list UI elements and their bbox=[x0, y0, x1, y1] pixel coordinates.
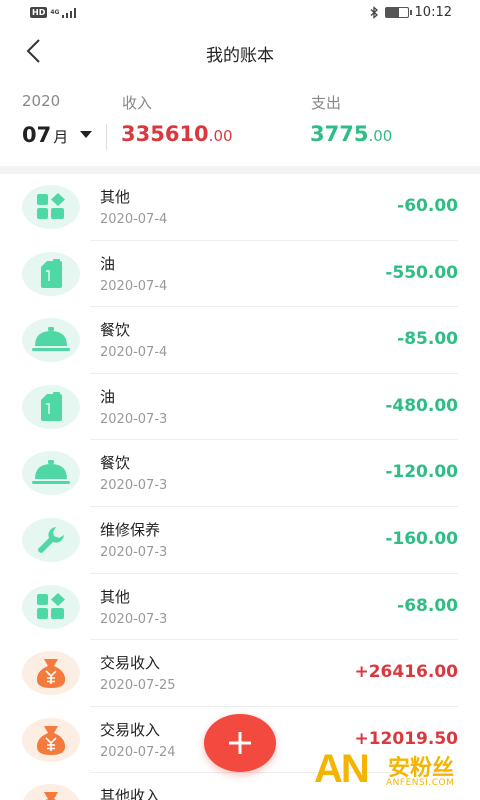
expense-total-int: 3775 bbox=[310, 122, 369, 146]
page-title: 我的账本 bbox=[206, 46, 274, 66]
money-bag-icon bbox=[22, 784, 80, 800]
network-type-label: 4G bbox=[50, 8, 60, 16]
record-amount: -550.00 bbox=[385, 262, 458, 283]
battery-level bbox=[385, 8, 399, 17]
record-amount: -120.00 bbox=[385, 462, 458, 483]
record-amount: -480.00 bbox=[385, 395, 458, 416]
status-time: 10:12 bbox=[414, 5, 452, 20]
year-label: 2020 bbox=[22, 92, 61, 110]
bluetooth-icon bbox=[370, 6, 378, 19]
record-row[interactable]: 餐饮 2020-07-4 -85.00 bbox=[0, 307, 480, 374]
record-title: 其他收入 bbox=[100, 787, 161, 800]
record-row[interactable]: 其他 2020-07-4 -60.00 bbox=[0, 174, 480, 241]
record-date: 2020-07-24 bbox=[100, 744, 176, 760]
grid-icon bbox=[22, 584, 80, 629]
money-bag-icon bbox=[22, 651, 80, 696]
income-total: 335610.00 bbox=[121, 122, 233, 146]
record-amount: -85.00 bbox=[397, 329, 458, 350]
expense-total: 3775.00 bbox=[310, 122, 392, 146]
record-date: 2020-07-4 bbox=[100, 212, 168, 227]
watermark-url: ANFENSI.COM bbox=[386, 778, 455, 788]
fuel-can-icon bbox=[22, 384, 80, 429]
record-title: 交易收入 bbox=[100, 654, 161, 673]
battery-icon bbox=[384, 7, 412, 18]
record-title: 其他 bbox=[100, 587, 131, 606]
food-cloche-icon bbox=[22, 318, 80, 363]
summary-divider bbox=[106, 124, 107, 150]
record-list: 其他 2020-07-4 -60.00 油 2020-07-4 -550.00 餐饮 2020… bbox=[0, 174, 480, 800]
grid-icon bbox=[22, 185, 80, 229]
record-date: 2020-07-3 bbox=[100, 544, 168, 560]
record-date: 2020-07-4 bbox=[100, 278, 168, 294]
month-unit: 月 bbox=[53, 128, 69, 146]
record-title: 维修保养 bbox=[100, 520, 161, 539]
record-amount: -60.00 bbox=[397, 196, 458, 216]
expense-total-dec: .00 bbox=[368, 127, 393, 145]
caret-down-icon bbox=[80, 131, 93, 138]
record-amount: -68.00 bbox=[397, 595, 458, 616]
income-total-int: 335610 bbox=[121, 122, 209, 146]
record-date: 2020-07-3 bbox=[100, 411, 168, 427]
record-row[interactable]: 油 2020-07-3 -480.00 bbox=[0, 374, 480, 441]
status-bar: HD 4G 10:12 bbox=[0, 0, 480, 26]
record-title: 油 bbox=[100, 387, 116, 406]
record-date: 2020-07-3 bbox=[100, 478, 168, 494]
record-date: 2020-07-25 bbox=[100, 678, 176, 694]
month-number: 07 bbox=[22, 122, 52, 147]
month-summary: 2020 07 月 收入 335610.00 支出 3775.00 bbox=[0, 84, 480, 164]
record-row[interactable]: 交易收入 2020-07-25 +26416.00 bbox=[0, 640, 480, 707]
add-record-button[interactable] bbox=[204, 714, 276, 772]
record-title: 交易收入 bbox=[100, 720, 161, 739]
watermark-an: AN bbox=[314, 747, 370, 791]
record-row[interactable]: 维修保养 2020-07-3 -160.00 bbox=[0, 507, 480, 574]
record-title: 餐饮 bbox=[100, 321, 131, 340]
wrench-icon bbox=[22, 517, 80, 562]
money-bag-icon bbox=[22, 717, 80, 762]
fuel-can-icon bbox=[22, 251, 80, 296]
record-row[interactable]: 餐饮 2020-07-3 -120.00 bbox=[0, 440, 480, 507]
record-amount: -160.00 bbox=[385, 528, 458, 549]
status-right: 10:12 bbox=[370, 5, 452, 20]
record-amount: +26416.00 bbox=[354, 662, 458, 683]
income-total-dec: .00 bbox=[208, 127, 233, 145]
plus-icon bbox=[229, 732, 251, 754]
record-date: 2020-07-3 bbox=[100, 611, 168, 627]
food-cloche-icon bbox=[22, 451, 80, 496]
watermark-logo: AN 安粉丝 ANFENSI.COM bbox=[314, 746, 474, 798]
network-indicators: HD 4G bbox=[30, 7, 77, 18]
record-title: 其他 bbox=[100, 188, 131, 206]
record-title: 油 bbox=[100, 254, 116, 273]
income-label: 收入 bbox=[122, 94, 153, 112]
record-date: 2020-07-4 bbox=[100, 345, 168, 361]
record-title: 餐饮 bbox=[100, 454, 131, 473]
nav-bar: 我的账本 bbox=[0, 26, 480, 76]
expense-label: 支出 bbox=[311, 94, 342, 112]
section-gap bbox=[0, 166, 480, 174]
record-row[interactable]: 油 2020-07-4 -550.00 bbox=[0, 241, 480, 308]
record-row[interactable]: 其他 2020-07-3 -68.00 bbox=[0, 574, 480, 641]
hd-badge: HD bbox=[30, 7, 48, 18]
month-selector[interactable]: 07 月 bbox=[22, 122, 93, 147]
signal-icon bbox=[62, 7, 77, 18]
